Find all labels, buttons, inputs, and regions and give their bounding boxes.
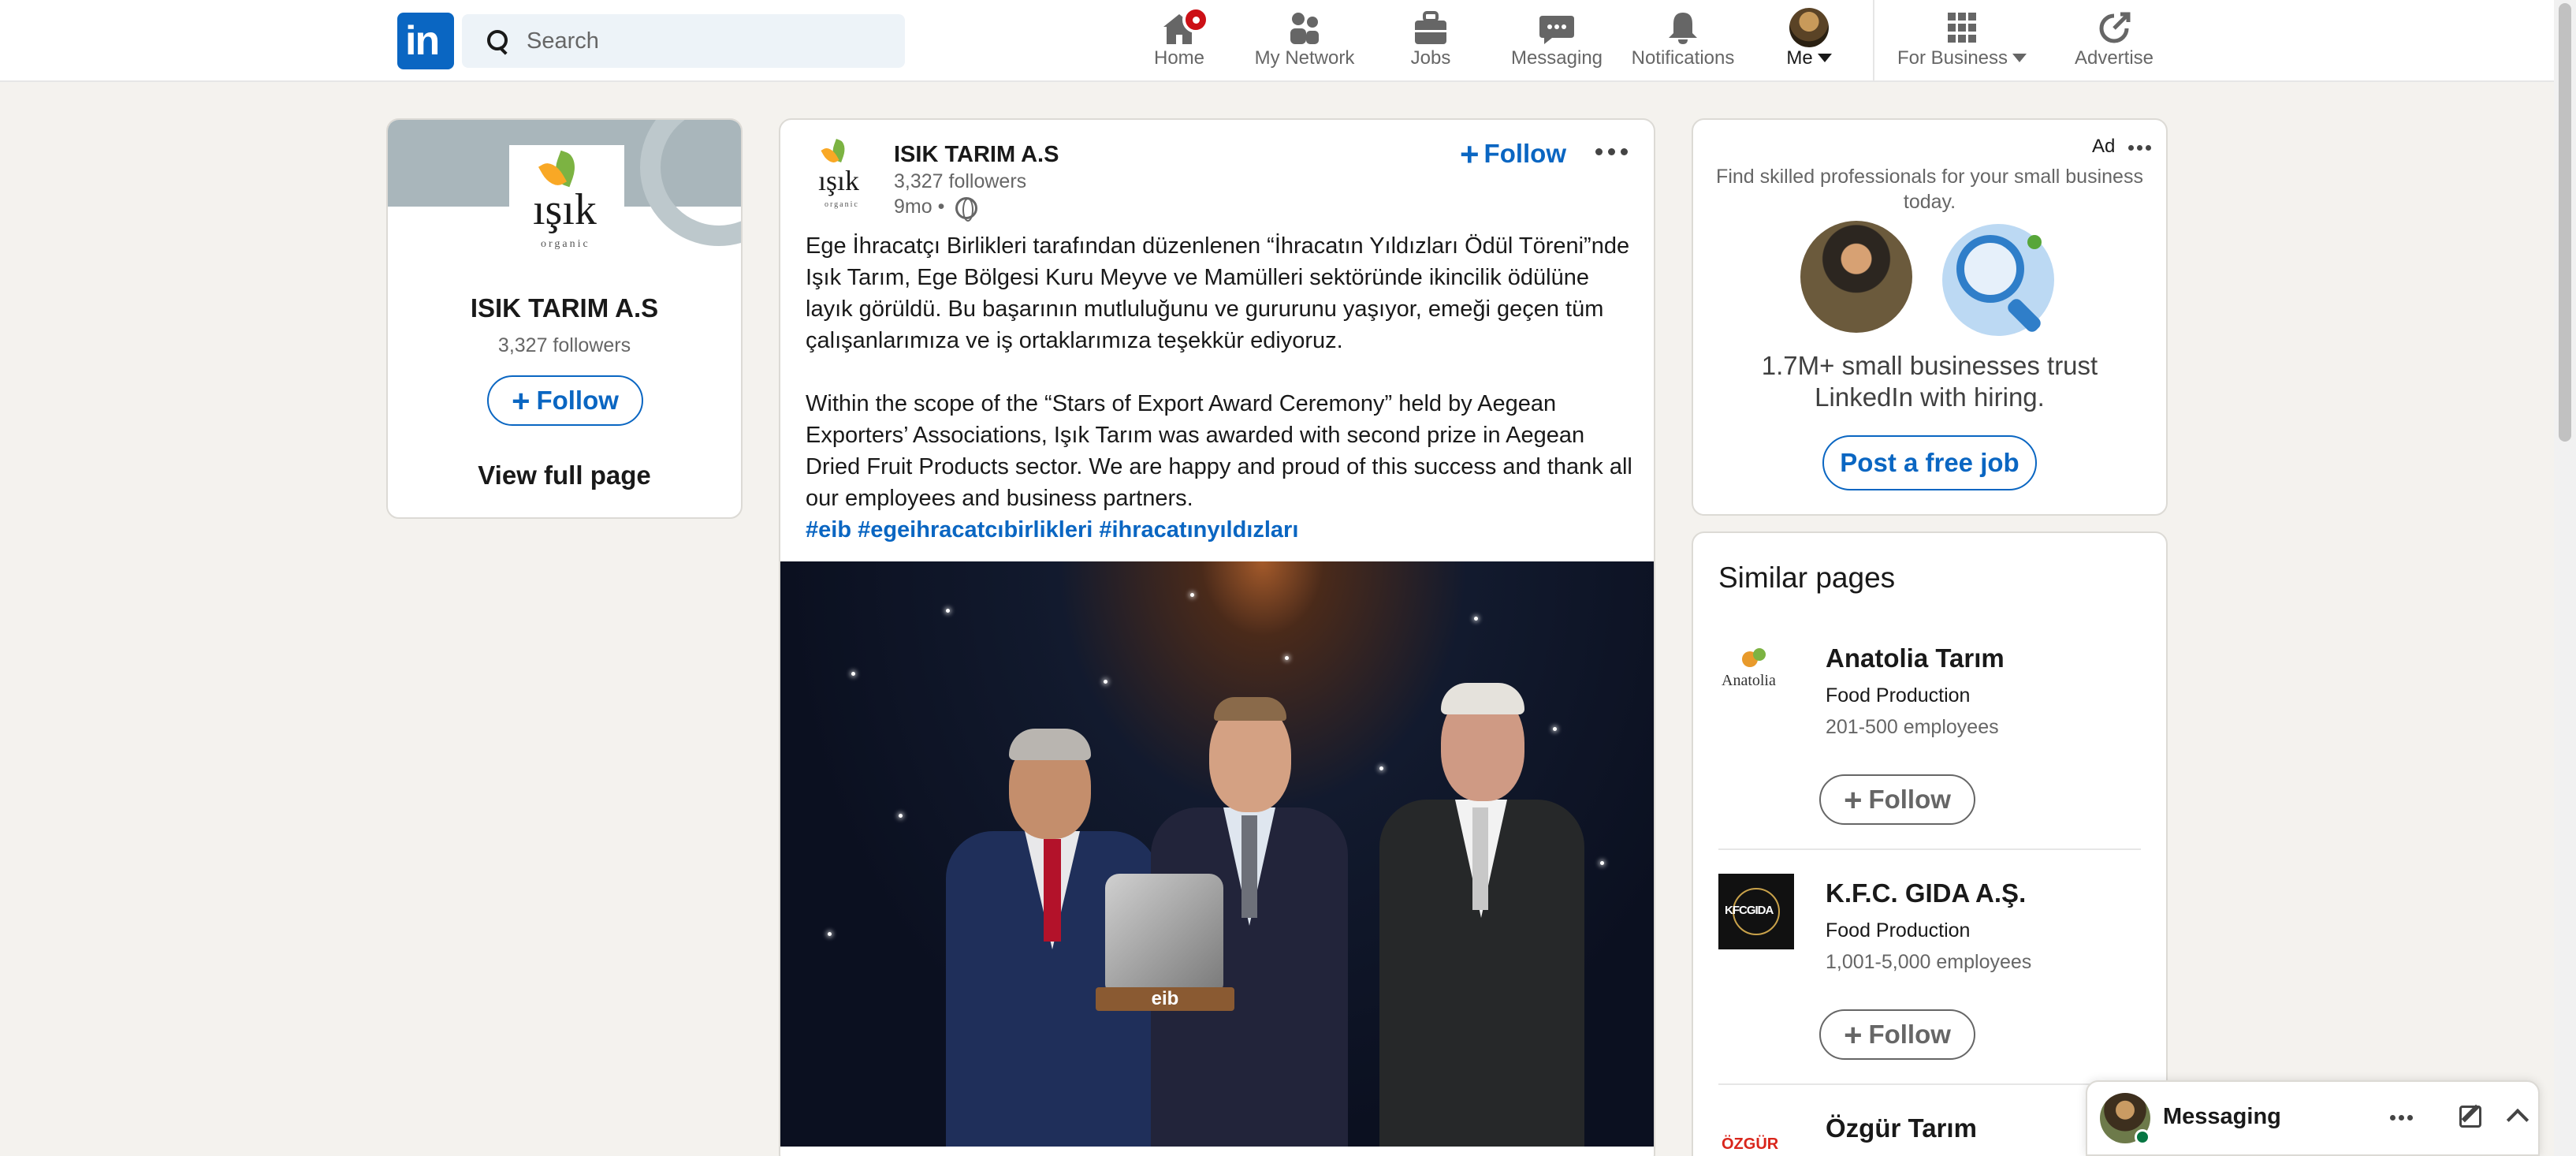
ozgur-tarim-logo[interactable]: ÖZGÜR — [1718, 1107, 1794, 1156]
grid-icon — [1948, 13, 1976, 43]
similar-page-follow-button[interactable]: + Follow — [1819, 1009, 1975, 1060]
ad-hiring-illustration — [1942, 224, 2054, 336]
advertise-icon — [2099, 12, 2131, 43]
ad-card: Ad Find skilled professionals for your s… — [1692, 118, 2168, 516]
company-logo-sub: organic — [541, 238, 590, 250]
online-status-indicator — [2135, 1129, 2150, 1145]
globe-icon — [955, 197, 977, 222]
nav-for-business[interactable]: For Business — [1887, 0, 2037, 82]
post-text-turkish: Ege İhracatçı Birlikleri tarafından düze… — [806, 233, 1630, 353]
search-input[interactable]: Search — [462, 14, 905, 68]
post-body: Ege İhracatçı Birlikleri tarafından düze… — [806, 230, 1633, 546]
plus-icon: + — [512, 384, 530, 419]
nav-my-network-label: My Network — [1254, 47, 1355, 69]
plus-icon: + — [1844, 1018, 1863, 1053]
search-icon — [487, 30, 511, 54]
notification-badge — [1182, 6, 1209, 33]
people-icon — [1290, 13, 1319, 44]
magnifier-icon — [1956, 235, 2024, 303]
nav-my-network[interactable]: My Network — [1245, 0, 1364, 82]
nav-home-label: Home — [1153, 47, 1205, 69]
nav-advertise[interactable]: Advertise — [2065, 0, 2163, 82]
ad-trust-text: 1.7M+ small businesses trust LinkedIn wi… — [1761, 351, 2098, 412]
nav-notifications[interactable]: Notifications — [1624, 0, 1742, 82]
company-followers: 3,327 followers — [497, 334, 631, 356]
company-logo[interactable]: ışık organic — [509, 145, 624, 260]
post-author-followers: 3,327 followers — [894, 170, 1027, 192]
kfc-gida-logo[interactable]: KFCGIDA — [1718, 874, 1794, 949]
kfc-gida-logo-text: KFCGIDA — [1725, 904, 1774, 917]
nav-for-business-label: For Business — [1887, 47, 2037, 69]
company-name[interactable]: ISIK TARIM A.S — [388, 293, 741, 323]
messaging-overlay[interactable]: Messaging — [2086, 1080, 2540, 1156]
post-hashtags[interactable]: #eib #egeihracatcıbirlikleri #ihracatıny… — [806, 514, 1633, 546]
similar-page-size: 1,001-5,000 employees — [1826, 951, 2032, 973]
page-scrollbar[interactable] — [2554, 0, 2576, 1156]
similar-page-name[interactable]: Anatolia Tarım — [1826, 643, 2005, 673]
award-trophy — [1105, 874, 1223, 992]
ad-description: Find skilled professionals for your smal… — [1716, 166, 2143, 213]
nav-jobs-label: Jobs — [1410, 47, 1451, 69]
divider — [1718, 848, 2141, 850]
person-right — [1379, 658, 1584, 1147]
chevron-up-icon[interactable] — [2506, 1108, 2529, 1132]
post-timestamp: 9mo • — [894, 196, 945, 218]
similar-page-follow-button[interactable]: + Follow — [1819, 774, 1975, 825]
nav-jobs[interactable]: Jobs — [1383, 0, 1479, 82]
similar-page-industry: Food Production — [1826, 919, 1971, 942]
nav-notifications-label: Notifications — [1631, 47, 1735, 69]
company-card: ışık organic ISIK TARIM A.S 3,327 follow… — [386, 118, 743, 519]
post-author-logo[interactable]: ışık organic — [806, 137, 872, 216]
similar-page-industry: Food Production — [1826, 684, 1971, 707]
briefcase-icon — [1415, 11, 1446, 44]
post-text-english: Within the scope of the “Stars of Export… — [806, 391, 1632, 511]
post-card: ışık organic ISIK TARIM A.S 3,327 follow… — [779, 118, 1655, 1156]
ad-more-icon[interactable] — [2128, 145, 2152, 153]
ad-label: Ad — [2092, 136, 2116, 157]
anatolia-logo[interactable]: Anatolia — [1718, 637, 1794, 713]
view-full-page-link[interactable]: View full page — [388, 461, 741, 490]
bell-icon — [1669, 13, 1697, 44]
more-options-icon[interactable] — [1595, 148, 1630, 156]
post-follow-button[interactable]: + Follow — [1460, 136, 1566, 173]
nav-divider — [1873, 0, 1874, 82]
scrollbar-thumb[interactable] — [2559, 3, 2571, 442]
top-navigation: in Search Home My Network Jobs Messaging… — [0, 0, 2554, 82]
nav-me[interactable]: Me — [1774, 0, 1845, 82]
nav-advertise-label: Advertise — [2074, 47, 2154, 69]
similar-page-name[interactable]: Özgür Tarım — [1826, 1113, 1977, 1143]
post-free-job-button[interactable]: Post a free job — [1822, 435, 2037, 490]
company-logo-word: ışık — [533, 185, 597, 234]
similar-page-name[interactable]: K.F.C. GIDA A.Ş. — [1826, 878, 2026, 908]
post-image[interactable]: eib — [780, 561, 1654, 1147]
post-logo-sub: organic — [825, 200, 859, 209]
nav-messaging[interactable]: Messaging — [1502, 0, 1611, 82]
search-placeholder: Search — [527, 28, 599, 54]
chevron-down-icon — [2012, 54, 2027, 62]
post-logo-word: ışık — [818, 165, 860, 196]
linkedin-logo[interactable]: in — [397, 13, 454, 69]
plus-icon: + — [1844, 783, 1863, 818]
ozgur-logo-text: ÖZGÜR — [1722, 1135, 1779, 1153]
messaging-label[interactable]: Messaging — [2163, 1104, 2281, 1130]
anatolia-logo-text: Anatolia — [1722, 672, 1776, 689]
nav-messaging-label: Messaging — [1510, 47, 1603, 69]
nav-me-label: Me — [1774, 47, 1845, 69]
similar-page-size: 201-500 employees — [1826, 716, 1999, 738]
plus-icon: + — [1460, 136, 1480, 173]
post-author-name[interactable]: ISIK TARIM A.S — [894, 142, 1059, 168]
trophy-caption: eib — [1096, 987, 1234, 1011]
divider — [1718, 1083, 2141, 1085]
compose-icon[interactable] — [2459, 1106, 2481, 1128]
similar-pages-card: Similar pages Anatolia Anatolia Tarım Fo… — [1692, 531, 2168, 1156]
ad-profile-photo — [1800, 221, 1912, 333]
similar-pages-title: Similar pages — [1718, 561, 1896, 594]
chat-icon — [1539, 16, 1574, 44]
messaging-more-icon[interactable] — [2390, 1115, 2414, 1123]
chevron-down-icon — [1817, 54, 1832, 62]
company-follow-button[interactable]: + Follow — [487, 375, 643, 426]
